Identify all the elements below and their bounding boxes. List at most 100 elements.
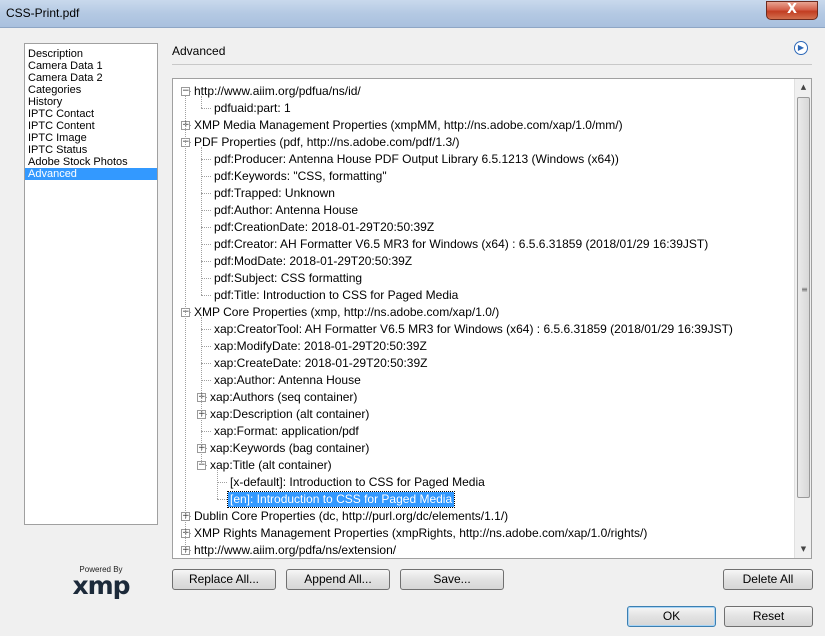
tree-row-label: xap:Authors (seq container) xyxy=(210,390,358,404)
tree-row-label: pdf:Subject: CSS formatting xyxy=(214,271,363,285)
tree-connector xyxy=(201,329,211,330)
tree-row-label: xap:Keywords (bag container) xyxy=(210,441,370,455)
tree-row-label: pdf:CreationDate: 2018-01-29T20:50:39Z xyxy=(214,220,435,234)
tree-row-label: XMP Core Properties (xmp, http://ns.adob… xyxy=(194,305,500,319)
tree-row[interactable]: pdf:Producer: Antenna House PDF Output L… xyxy=(212,151,621,168)
category-item[interactable]: IPTC Status xyxy=(25,144,157,156)
tree-connector xyxy=(201,346,211,347)
tree-connector xyxy=(217,482,227,483)
tree-connector xyxy=(201,363,211,364)
tree-row[interactable]: xap:Keywords (bag container) xyxy=(208,440,371,457)
category-item[interactable]: Adobe Stock Photos xyxy=(25,156,157,168)
tree-row[interactable]: XMP Core Properties (xmp, http://ns.adob… xyxy=(192,304,501,321)
tree-guide-line xyxy=(201,317,202,465)
tree-row[interactable]: xap:Title (alt container) xyxy=(208,457,334,474)
scroll-down-arrow-icon[interactable]: ▼ xyxy=(795,541,811,558)
collapse-toggle-icon[interactable]: − xyxy=(181,87,190,96)
tree-row[interactable]: pdf:ModDate: 2018-01-29T20:50:39Z xyxy=(212,253,414,270)
tree-row[interactable]: http://www.aiim.org/pdfa/ns/extension/ xyxy=(192,542,398,558)
category-item[interactable]: Camera Data 2 xyxy=(25,72,157,84)
tree-row[interactable]: pdf:Keywords: "CSS, formatting" xyxy=(212,168,389,185)
tree-row-label: [en]: Introduction to CSS for Paged Medi… xyxy=(226,491,456,508)
append-all-button[interactable]: Append All... xyxy=(286,569,390,590)
tree-row-label: pdf:Keywords: "CSS, formatting" xyxy=(214,169,387,183)
tree-row[interactable]: pdfuaid:part: 1 xyxy=(212,100,293,117)
delete-all-button[interactable]: Delete All xyxy=(723,569,813,590)
ok-button[interactable]: OK xyxy=(627,606,716,627)
tree-guide-line xyxy=(217,470,218,499)
tree-row[interactable]: pdf:Subject: CSS formatting xyxy=(212,270,364,287)
tree-row[interactable]: [x-default]: Introduction to CSS for Pag… xyxy=(228,474,487,491)
tree-row-label: xap:Format: application/pdf xyxy=(214,424,359,438)
tree-row[interactable]: pdf:CreationDate: 2018-01-29T20:50:39Z xyxy=(212,219,436,236)
category-item[interactable]: IPTC Image xyxy=(25,132,157,144)
tree-row[interactable]: PDF Properties (pdf, http://ns.adobe.com… xyxy=(192,134,461,151)
tree-row[interactable]: XMP Media Management Properties (xmpMM, … xyxy=(192,117,625,134)
save-button[interactable]: Save... xyxy=(400,569,504,590)
tree-row-label: xap:Title (alt container) xyxy=(210,458,332,472)
tree-connector xyxy=(201,261,211,262)
tree-row[interactable]: pdf:Trapped: Unknown xyxy=(212,185,337,202)
tree-connector xyxy=(201,278,211,279)
tree-connector xyxy=(201,244,211,245)
tree-row-label: xap:ModifyDate: 2018-01-29T20:50:39Z xyxy=(214,339,427,353)
category-item[interactable]: Camera Data 1 xyxy=(25,60,157,72)
category-item[interactable]: Advanced xyxy=(25,168,157,180)
tree-row-label: http://www.aiim.org/pdfua/ns/id/ xyxy=(194,84,361,98)
vertical-scrollbar[interactable]: ▲ ≡ ▼ xyxy=(794,79,811,558)
tree-row-label: PDF Properties (pdf, http://ns.adobe.com… xyxy=(194,135,460,149)
tree-row[interactable]: Dublin Core Properties (dc, http://purl.… xyxy=(192,508,510,525)
tree-connector xyxy=(201,380,211,381)
tree-row[interactable]: http://www.aiim.org/pdfua/ns/id/ xyxy=(192,83,363,100)
tree-connector xyxy=(201,176,211,177)
category-item[interactable]: IPTC Contact xyxy=(25,108,157,120)
panel-menu-icon[interactable]: ▶ xyxy=(794,41,808,55)
title-bar: CSS-Print.pdf X xyxy=(0,0,825,28)
tree-row[interactable]: XMP Rights Management Properties (xmpRig… xyxy=(192,525,649,542)
tree-row-label: pdf:Author: Antenna House xyxy=(214,203,359,217)
tree-row[interactable]: pdf:Author: Antenna House xyxy=(212,202,360,219)
category-item[interactable]: History xyxy=(25,96,157,108)
category-item[interactable]: Description xyxy=(25,48,157,60)
scroll-grip-icon: ≡ xyxy=(801,285,808,294)
tree-guide-line xyxy=(185,96,186,555)
panel-title: Advanced xyxy=(172,44,226,58)
tree-row[interactable]: xap:Description (alt container) xyxy=(208,406,371,423)
tree-row[interactable]: [en]: Introduction to CSS for Paged Medi… xyxy=(226,491,456,508)
tree-connector xyxy=(201,210,211,211)
tree-connector xyxy=(201,431,211,432)
tree-row-label: pdf:Producer: Antenna House PDF Output L… xyxy=(214,152,619,166)
tree-row[interactable]: xap:CreateDate: 2018-01-29T20:50:39Z xyxy=(212,355,429,372)
tree-row[interactable]: xap:Author: Antenna House xyxy=(212,372,363,389)
tree-row-label: pdf:ModDate: 2018-01-29T20:50:39Z xyxy=(214,254,413,268)
scroll-up-arrow-icon[interactable]: ▲ xyxy=(795,79,811,96)
tree-connector xyxy=(201,159,211,160)
tree-row-label: xap:CreateDate: 2018-01-29T20:50:39Z xyxy=(214,356,428,370)
tree-row[interactable]: xap:CreatorTool: AH Formatter V6.5 MR3 f… xyxy=(212,321,735,338)
tree-row-label: xap:Author: Antenna House xyxy=(214,373,361,387)
tree-row-label: pdf:Trapped: Unknown xyxy=(214,186,335,200)
tree-guide-line xyxy=(201,147,202,295)
tree-connector xyxy=(201,295,211,296)
xmp-mark: xmp xyxy=(72,571,130,600)
scroll-thumb[interactable]: ≡ xyxy=(797,97,810,498)
tree-row[interactable]: xap:ModifyDate: 2018-01-29T20:50:39Z xyxy=(212,338,429,355)
reset-button[interactable]: Reset xyxy=(724,606,813,627)
category-item[interactable]: IPTC Content xyxy=(25,120,157,132)
tree-row-label: http://www.aiim.org/pdfa/ns/extension/ xyxy=(194,543,397,557)
tree-row-label: xap:CreatorTool: AH Formatter V6.5 MR3 f… xyxy=(214,322,733,336)
tree-row[interactable]: xap:Authors (seq container) xyxy=(208,389,359,406)
close-button[interactable]: X xyxy=(766,1,818,20)
replace-all-button[interactable]: Replace All... xyxy=(172,569,276,590)
property-tree: − http://www.aiim.org/pdfua/ns/id/pdfuaid… xyxy=(172,78,812,559)
tree-row[interactable]: pdf:Title: Introduction to CSS for Paged… xyxy=(212,287,460,304)
xmp-logo: Powered By xmp xyxy=(62,565,140,598)
tree-row[interactable]: pdf:Creator: AH Formatter V6.5 MR3 for W… xyxy=(212,236,710,253)
tree-connector xyxy=(201,193,211,194)
tree-row[interactable]: xap:Format: application/pdf xyxy=(212,423,361,440)
tree-row-label: Dublin Core Properties (dc, http://purl.… xyxy=(194,509,509,523)
category-list: Description Camera Data 1 Camera Data 2 Cat… xyxy=(24,43,158,525)
tree-row-label: XMP Rights Management Properties (xmpRig… xyxy=(194,526,648,540)
tree-row-label: pdfuaid:part: 1 xyxy=(214,101,291,115)
category-item[interactable]: Categories xyxy=(25,84,157,96)
